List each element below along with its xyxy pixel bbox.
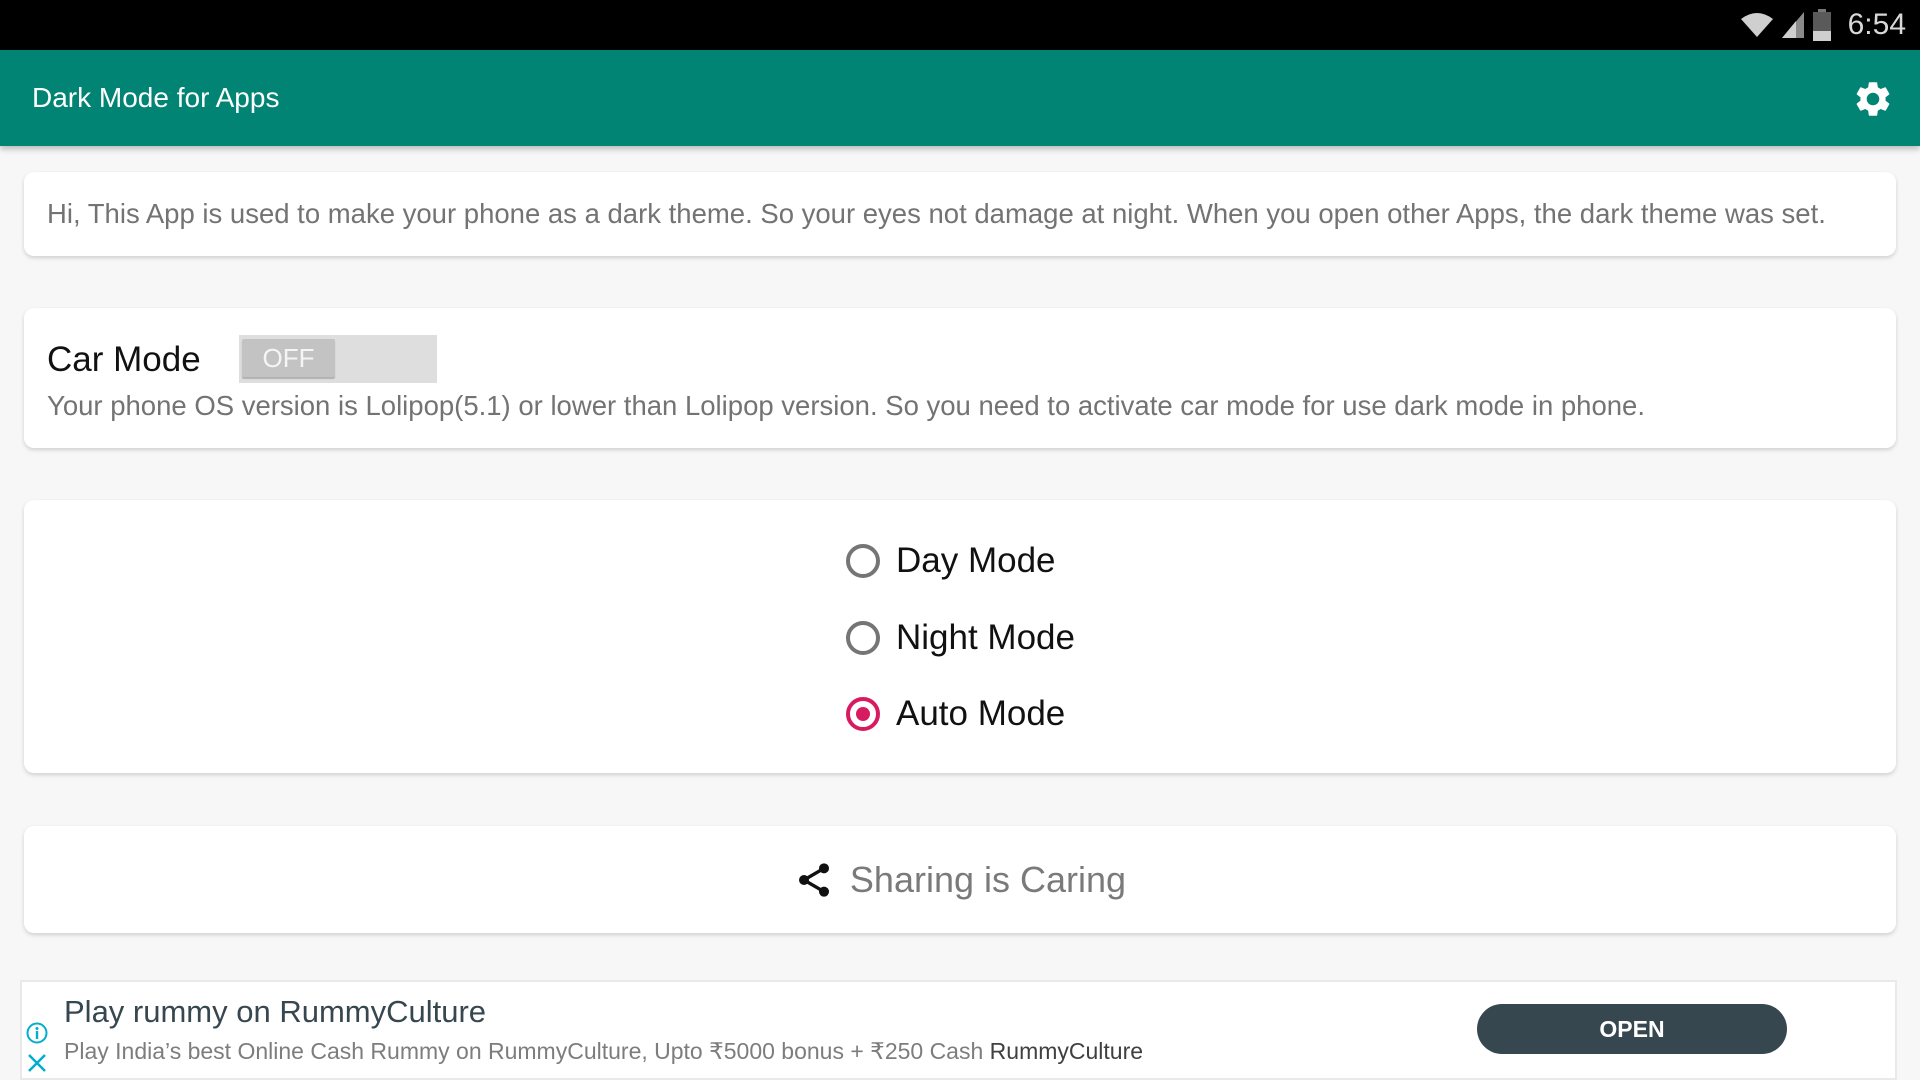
- intro-text: Hi, This App is used to make your phone …: [47, 198, 1826, 229]
- cell-signal-icon: [1781, 12, 1804, 38]
- info-icon: [26, 1022, 48, 1044]
- share-label: Sharing is Caring: [849, 858, 1127, 900]
- settings-button[interactable]: [1852, 78, 1894, 120]
- radio-button-checked[interactable]: [846, 697, 880, 731]
- status-icons: 6:54: [1740, 0, 1906, 50]
- mode-selector-card: Day Mode Night Mode Auto Mode: [24, 500, 1896, 773]
- radio-auto-mode[interactable]: Auto Mode: [846, 686, 1065, 742]
- ad-description: Play India’s best Online Cash Rummy on R…: [64, 1038, 1143, 1065]
- radio-label: Day Mode: [896, 541, 1056, 580]
- car-mode-label: Car Mode: [47, 340, 201, 379]
- radio-label: Night Mode: [896, 618, 1075, 657]
- car-mode-toggle[interactable]: OFF: [239, 335, 437, 383]
- ad-banner[interactable]: Play rummy on RummyCulture Play India’s …: [20, 980, 1897, 1080]
- share-button[interactable]: Sharing is Caring: [24, 826, 1896, 933]
- status-time: 6:54: [1847, 8, 1906, 41]
- radio-button[interactable]: [846, 544, 880, 578]
- ad-brand: RummyCulture: [989, 1038, 1144, 1064]
- radio-label: Auto Mode: [896, 694, 1066, 733]
- ad-close-button[interactable]: [26, 1052, 48, 1074]
- gear-icon: [1856, 82, 1890, 116]
- car-mode-card: Car Mode OFF Your phone OS version is Lo…: [24, 308, 1896, 448]
- share-icon: [798, 862, 829, 897]
- intro-card: Hi, This App is used to make your phone …: [24, 172, 1896, 256]
- status-bar: 6:54: [0, 0, 1920, 50]
- ad-open-button[interactable]: OPEN: [1477, 1004, 1787, 1054]
- radio-night-mode[interactable]: Night Mode: [846, 610, 1075, 666]
- wifi-icon: [1740, 13, 1773, 37]
- ad-description-text: Play India’s best Online Cash Rummy on R…: [64, 1038, 984, 1064]
- app-bar: Dark Mode for Apps: [0, 50, 1920, 146]
- radio-day-mode[interactable]: Day Mode: [846, 533, 1056, 589]
- share-content: Sharing is Caring: [24, 826, 1896, 933]
- close-icon: [28, 1054, 46, 1072]
- car-mode-description: Your phone OS version is Lolipop(5.1) or…: [47, 390, 1645, 421]
- radio-button[interactable]: [846, 621, 880, 655]
- battery-icon: [1812, 9, 1831, 41]
- app-title: Dark Mode for Apps: [32, 82, 280, 113]
- ad-title: Play rummy on RummyCulture: [64, 994, 487, 1029]
- ad-info-button[interactable]: [26, 1022, 48, 1044]
- toggle-thumb: OFF: [242, 339, 335, 377]
